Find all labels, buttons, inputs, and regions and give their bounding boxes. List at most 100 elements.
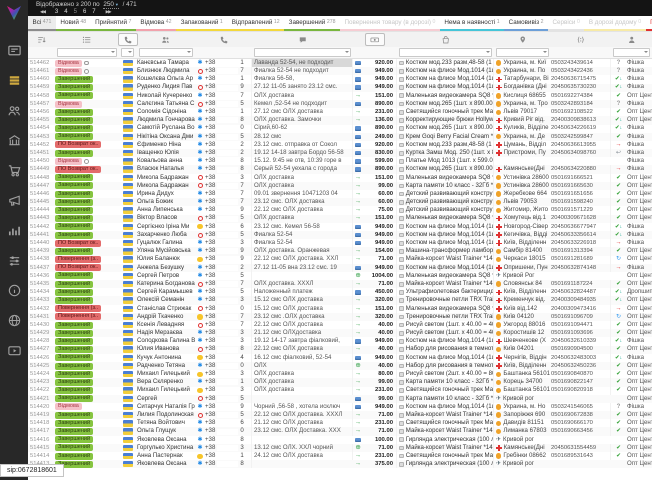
tab-Пов[interactable]: Пов — [646, 16, 652, 31]
table-row[interactable]: 514428 Завершений Солодкова Галина В +38… — [28, 337, 652, 345]
table-row[interactable]: 514450 Відмова Ковальова анна +388 15.12… — [28, 157, 652, 165]
table-row[interactable]: 514459 Завершений Руденко Лидия Пав +389… — [28, 84, 652, 92]
filter-comment-dropdown[interactable] — [254, 48, 351, 57]
tab-Нема в наявності[interactable]: Нема в наявності1 — [440, 16, 504, 31]
table-row[interactable]: 514436 Завершений Сергей Петров +385 100… — [28, 272, 652, 280]
table-row[interactable]: 514447 Завершений Микола Бадражан +387 О… — [28, 182, 652, 190]
table-row[interactable]: 514461 Відмова Близнюк Людмила +387 Фиал… — [28, 67, 652, 75]
table-row[interactable]: 514414 Завершений Анна Пастернак +381 24… — [28, 452, 652, 460]
table-row[interactable]: 514430 Завершений Ксенія Левадняя +387 2… — [28, 321, 652, 329]
column-payment-icon[interactable] — [353, 33, 397, 47]
table-row[interactable]: 514449 ПО Возврат ок.. Власюк Наталья +3… — [28, 165, 652, 173]
table-row[interactable]: 514419 Завершений Лилия Подолинская +385… — [28, 411, 652, 419]
table-row[interactable]: 514434 Завершений Сергей Карамышев +385 … — [28, 288, 652, 296]
table-row[interactable]: 514462 Відмова Канєвська Тамара +381 Лав… — [28, 59, 652, 67]
table-row[interactable]: 514433 Завершений Олексій Семанін +383 1… — [28, 296, 652, 304]
table-row[interactable]: 514445 Завершений Ольга Божик +387 23.12… — [28, 198, 652, 206]
tab-Завершений[interactable]: Завершений278 — [284, 16, 340, 31]
table-row[interactable]: 514416 Завершений Яковлева Оксана +388 1… — [28, 436, 652, 444]
table-row[interactable]: 514426 Завершений Кучук Антонина +384 16… — [28, 354, 652, 362]
filter-call-dropdown[interactable] — [121, 48, 134, 57]
tab-В дорозі додому[interactable]: В дорозі додому0 — [584, 16, 645, 31]
page-3[interactable]: 3 — [55, 9, 58, 15]
tab-Самовивіз[interactable]: Самовивіз2 — [504, 16, 548, 31]
info-icon[interactable] — [7, 283, 22, 298]
column-status-icon[interactable] — [55, 35, 119, 45]
page-6[interactable]: 6 — [83, 9, 86, 15]
table-row[interactable]: 514432 Повернення (з.. Станіслав Стрижак… — [28, 305, 652, 313]
page-4[interactable]: 4 — [64, 9, 67, 15]
table-row[interactable]: 514460 Завершений Кошелєва Ольга Ар +381… — [28, 75, 652, 83]
table-row[interactable]: 514421 Завершений Сергей +385 99.00 Карт… — [28, 395, 652, 403]
clients-icon[interactable] — [7, 103, 22, 118]
tab-Повернення товару (в дорозі)[interactable]: Повернення товару (в дорозі)0 — [340, 16, 440, 31]
column-product-icon[interactable] — [397, 35, 494, 45]
table-row[interactable]: 514442 Завершений Сергієнко Іріна Ми +38… — [28, 223, 652, 231]
table-row[interactable]: 514438 Повернення (з.. Юлия Баланюк +389… — [28, 256, 652, 264]
table-row[interactable]: 514425 Завершений Радченко Тетяна +380 О… — [28, 362, 652, 370]
tab-Сервіси[interactable]: Сервіси0 — [548, 16, 584, 31]
tab-Відмова[interactable]: Відмова42 — [136, 16, 176, 31]
page-5[interactable]: 5 — [74, 9, 77, 15]
column-manager-icon[interactable] — [611, 35, 652, 45]
table-row[interactable]: 514454 Завершений Самотій Руслана Во +38… — [28, 125, 652, 133]
table-row[interactable]: 514455 Завершений Людмила Гончарова +388… — [28, 116, 652, 124]
tab-Прийнятий[interactable]: Прийнятий7 — [91, 16, 136, 31]
table-row[interactable]: 514440 ПО Возврат ок.. Гуцалюк Галина +3… — [28, 239, 652, 247]
globe-icon[interactable] — [7, 313, 22, 328]
marketing-icon[interactable] — [7, 193, 22, 208]
filter-product-dropdown[interactable] — [399, 48, 492, 57]
tab-Новий[interactable]: Новий48 — [56, 16, 91, 31]
tab-Відправлений[interactable]: Відправлений12 — [227, 16, 284, 31]
settings-icon[interactable] — [7, 253, 22, 268]
column-comment-icon[interactable] — [252, 35, 353, 45]
tab-Запакований[interactable]: Запакований1 — [176, 16, 227, 31]
table-row[interactable]: 514444 Завершений Анна Липенська +389 22… — [28, 206, 652, 214]
column-phone-icon[interactable] — [195, 35, 252, 45]
table-row[interactable]: 514451 Завершений Іващенко Юлія +382 19.… — [28, 149, 652, 157]
table-row[interactable]: 514457 Відмова Салєгина Татьяна С +385 К… — [28, 100, 652, 108]
table-row[interactable]: 514448 Завершений Микола Бадражан +383 О… — [28, 174, 652, 182]
table-row[interactable]: 514418 Завершений Тетяна Войтович +386 2… — [28, 419, 652, 427]
table-row[interactable]: 514415 Завершений Горгулько Христина +38… — [28, 444, 652, 452]
table-row[interactable]: 514422 Завершений Михаил Гилецький +383 … — [28, 387, 652, 395]
cart-icon[interactable] — [7, 163, 22, 178]
filter-client-dropdown[interactable] — [139, 48, 193, 57]
table-row[interactable]: 514427 Завершений Юлия Иванова +388 22.1… — [28, 346, 652, 354]
video-icon[interactable] — [7, 343, 22, 358]
table-row[interactable]: 514452 ПО Возврат ок.. Єфименко Ніна +38… — [28, 141, 652, 149]
table-row[interactable]: 514429 Завершений Надія Мерзаєва +383 21… — [28, 329, 652, 337]
table-row[interactable]: 514413 Завершений Яковлева Оксана +388 3… — [28, 460, 652, 468]
warehouse-icon[interactable] — [7, 133, 22, 148]
column-rows-icon[interactable] — [28, 35, 55, 45]
dashboard-icon[interactable] — [7, 43, 22, 58]
filter-delivery-dropdown[interactable] — [496, 48, 549, 57]
table-row[interactable]: 514441 Завершений Захарченко Люба +385 Ф… — [28, 231, 652, 239]
orders-icon[interactable] — [7, 73, 22, 88]
column-delivery-icon[interactable] — [494, 35, 551, 45]
table-row[interactable]: 514446 Завершений Ирина Дидух +387 09.01… — [28, 190, 652, 198]
filter-manager-dropdown[interactable] — [613, 48, 650, 57]
last-page-icon[interactable]: ▶▶ — [106, 8, 111, 16]
table-row[interactable]: 514417 Завершений Ольга Глущук +380 23.1… — [28, 427, 652, 435]
table-row[interactable]: 514423 Завершений Вера Скляренко +381 ОЛ… — [28, 378, 652, 386]
column-tracking-icon[interactable] — [551, 35, 611, 45]
table-row[interactable]: 514453 Завершений Нікітіна Оксана Дми +3… — [28, 133, 652, 141]
page-7[interactable]: 7 — [92, 9, 95, 15]
table-row[interactable]: 514435 Завершений Катерина Богданова +38… — [28, 280, 652, 288]
table-row[interactable]: 514420 Відмова Ситарчук Наталія Гр +389 … — [28, 403, 652, 411]
table-row[interactable]: 514439 Завершений Уляна Мусійовська +389… — [28, 247, 652, 255]
column-call-icon[interactable] — [119, 33, 137, 47]
reports-icon[interactable] — [7, 223, 22, 238]
column-client-icon[interactable] — [137, 35, 195, 45]
table-row[interactable]: 514437 ПО Возврат ок.. Анжела Безушку +3… — [28, 264, 652, 272]
table-row[interactable]: 514443 Завершений Віктор Власов +385 ОЛХ… — [28, 215, 652, 223]
table-row[interactable]: 514431 Повернення (з.. Андрій Ткаченко +… — [28, 313, 652, 321]
filter-status-dropdown[interactable] — [57, 48, 117, 57]
first-page-icon[interactable]: ◀◀ — [40, 8, 45, 16]
table-row[interactable]: 514458 Завершений Николай Кучеренко +387… — [28, 92, 652, 100]
app-logo[interactable] — [4, 3, 24, 23]
table-row[interactable]: 514456 Завершений Соломія Сідоніна +381 … — [28, 108, 652, 116]
tab-Всі[interactable]: Всі471 — [28, 16, 56, 31]
table-row[interactable]: 514424 Завершений Михаил Гилецький +383 … — [28, 370, 652, 378]
